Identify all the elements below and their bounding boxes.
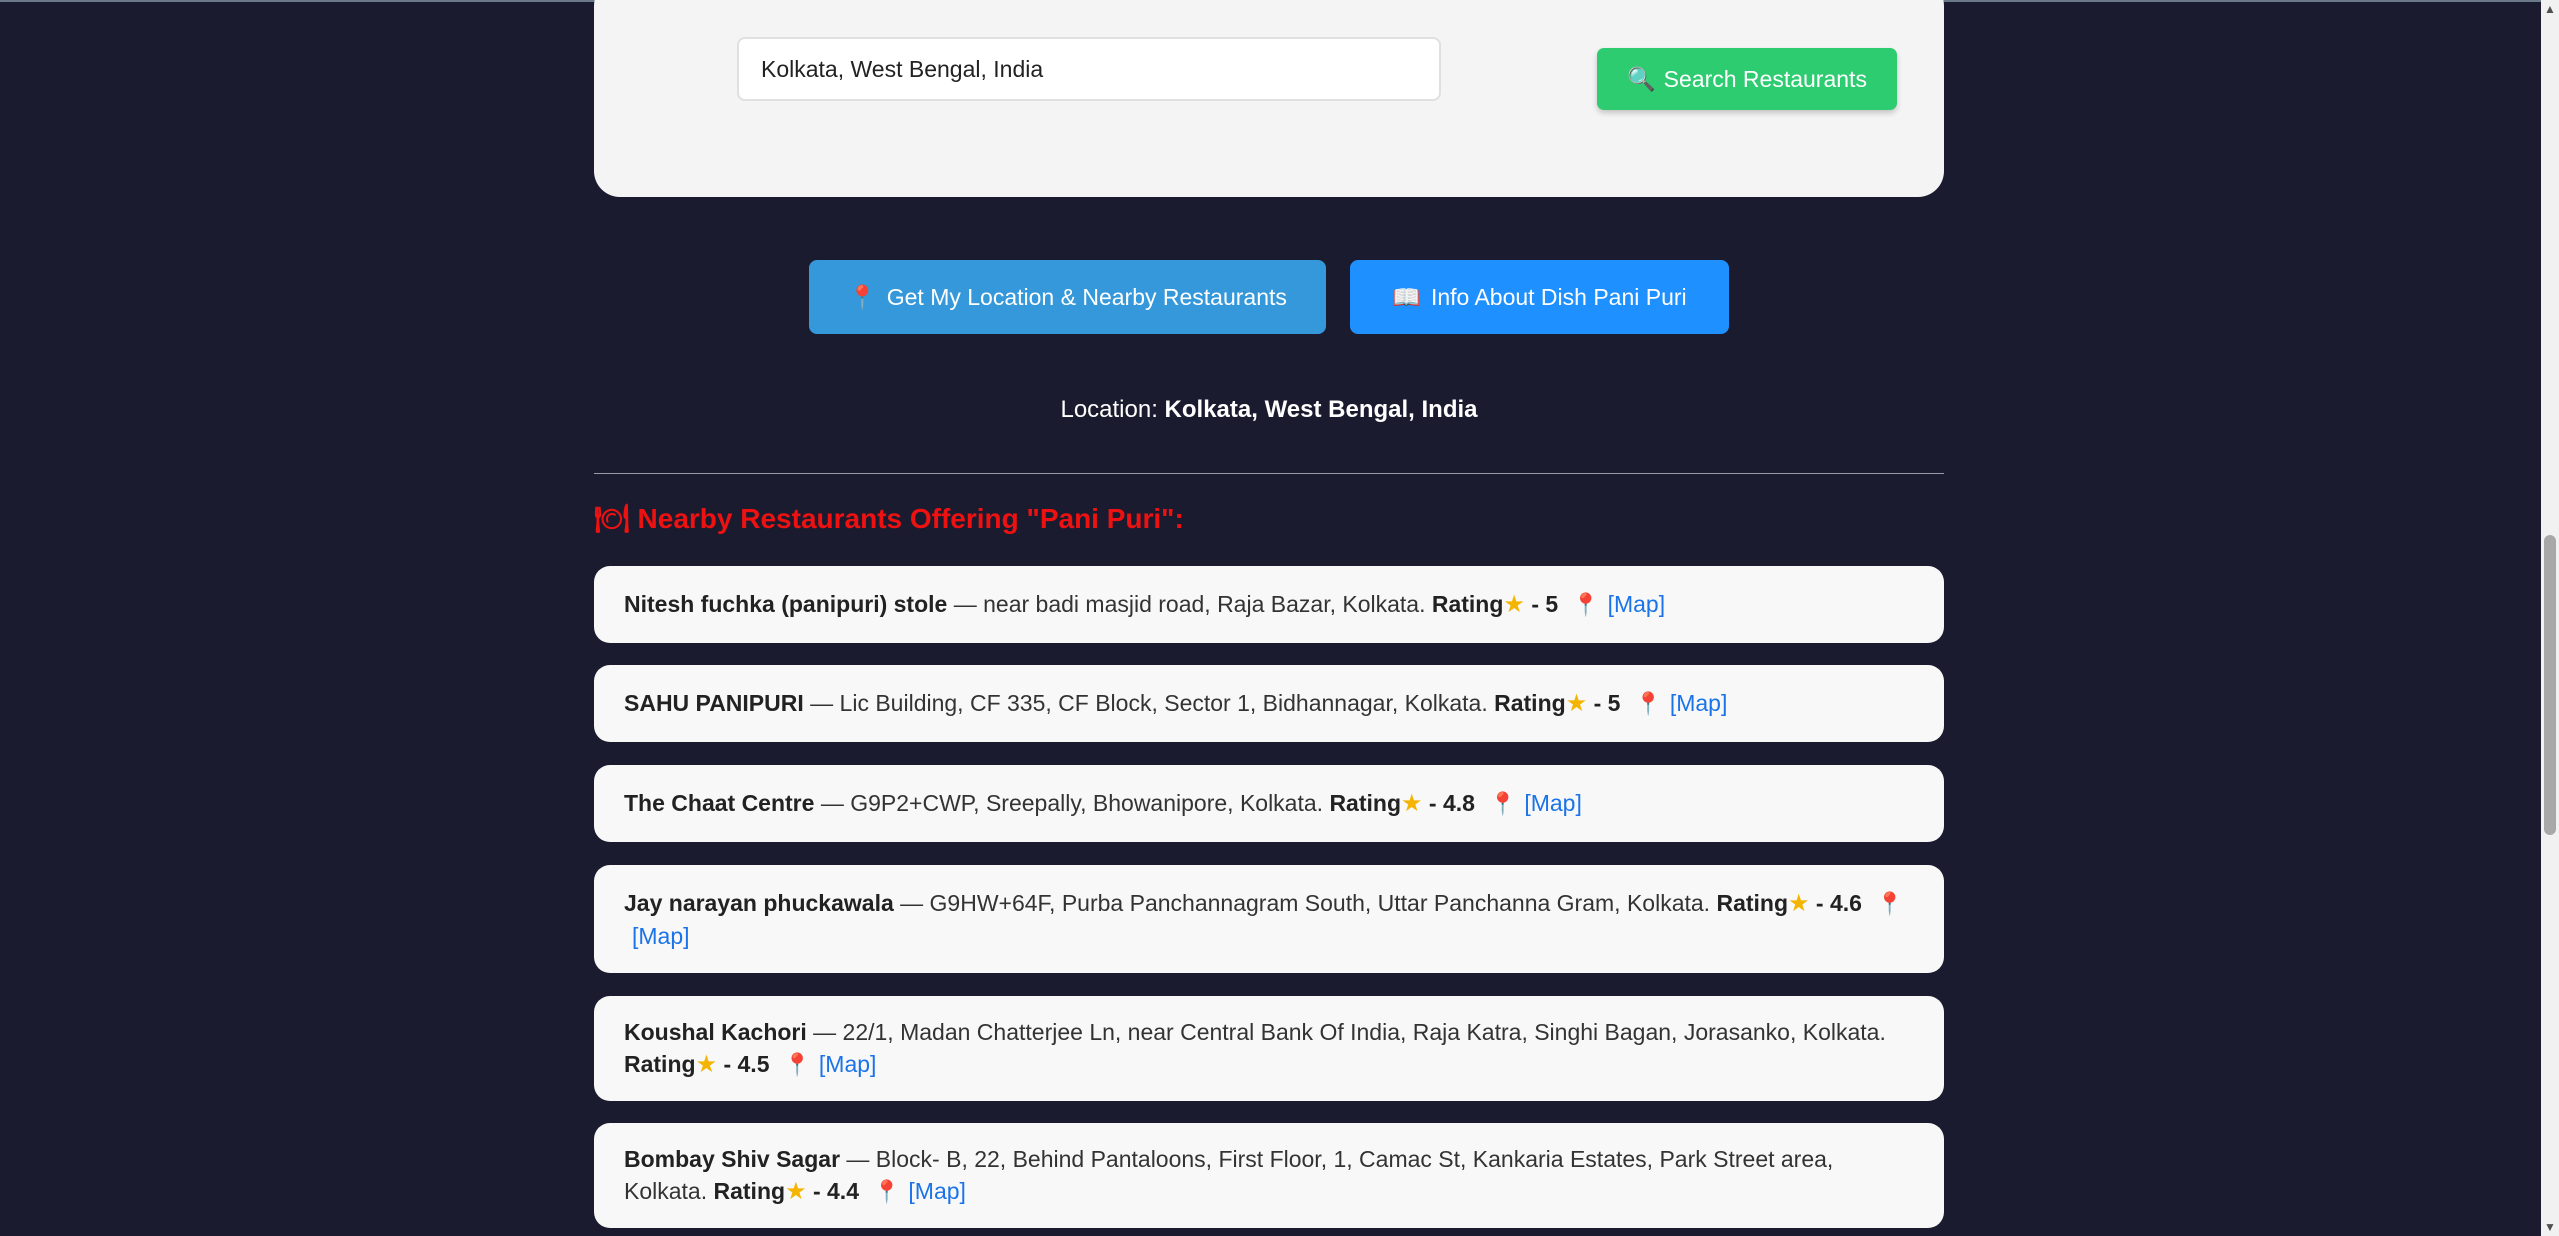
restaurant-card: Nitesh fuchka (panipuri) stole — near ba… [594, 566, 1944, 643]
restaurant-address: — G9P2+CWP, Sreepally, Bhowanipore, Kolk… [814, 790, 1330, 816]
star-icon: ★ [785, 1178, 807, 1205]
rating-label: Rating [1329, 790, 1401, 816]
restaurant-card: Bombay Shiv Sagar — Block- B, 22, Behind… [594, 1123, 1944, 1228]
restaurants-heading: 🍽 Nearby Restaurants Offering "Pani Puri… [594, 502, 1184, 535]
restaurant-text: Jay narayan phuckawala — G9HW+64F, Purba… [624, 887, 1914, 952]
map-link[interactable]: [Map] [1670, 690, 1728, 716]
current-location: Location: Kolkata, West Bengal, India [594, 396, 1944, 424]
restaurant-card: Koushal Kachori — 22/1, Madan Chatterjee… [594, 996, 1944, 1101]
pin-icon: 📍 [848, 283, 877, 310]
search-restaurants-button[interactable]: 🔍 Search Restaurants [1597, 48, 1897, 110]
restaurant-address: — Lic Building, CF 335, CF Block, Sector… [803, 690, 1495, 716]
restaurant-address: — G9HW+64F, Purba Panchannagram South, U… [893, 889, 1717, 916]
dish-info-button[interactable]: 📖 Info About Dish Pani Puri [1350, 260, 1729, 334]
restaurant-name: Koushal Kachori [624, 1019, 807, 1045]
map-link[interactable]: [Map] [1608, 591, 1666, 617]
rating-label: Rating [1431, 591, 1504, 617]
rating-value: - 4.4 [806, 1178, 859, 1204]
rating-value: - 5 [1587, 690, 1621, 716]
restaurant-text: Koushal Kachori — 22/1, Madan Chatterjee… [624, 1016, 1914, 1081]
rating-value: - 5 [1524, 591, 1559, 617]
restaurant-name: Jay narayan phuckawala [624, 889, 894, 916]
location-search-input[interactable] [737, 37, 1441, 101]
location-value: Kolkata, West Bengal, India [1164, 396, 1478, 423]
search-icon: 🔍 [1627, 65, 1656, 92]
rating-value: - 4.5 [717, 1051, 770, 1077]
get-location-button[interactable]: 📍 Get My Location & Nearby Restaurants [809, 260, 1326, 334]
scroll-down-arrow-icon[interactable]: ▼ [2541, 1218, 2559, 1236]
star-icon: ★ [1565, 690, 1588, 717]
divider [594, 473, 1944, 474]
search-card: 🔍 Search Restaurants [594, 0, 1944, 197]
map-link[interactable]: [Map] [819, 1051, 877, 1077]
scrollbar-thumb[interactable] [2544, 535, 2556, 835]
restaurant-text: Nitesh fuchka (panipuri) stole — near ba… [624, 588, 1914, 621]
map-link[interactable]: [Map] [1524, 790, 1582, 816]
restaurant-address: — 22/1, Madan Chatterjee Ln, near Centra… [806, 1019, 1886, 1045]
map-pin-icon: 📍 [1875, 890, 1904, 916]
restaurant-text: The Chaat Centre — G9P2+CWP, Sreepally, … [624, 787, 1914, 820]
restaurant-name: SAHU PANIPURI [624, 690, 804, 716]
map-pin-icon: 📍 [1572, 592, 1600, 617]
page: 🔍 Search Restaurants 📍 Get My Location &… [0, 0, 2559, 1236]
rating-label: Rating [624, 1051, 696, 1077]
location-prefix: Location: [1060, 396, 1158, 423]
search-button-label: Search Restaurants [1663, 65, 1867, 92]
restaurant-card: The Chaat Centre — G9P2+CWP, Sreepally, … [594, 765, 1944, 842]
rating-value: - 4.6 [1809, 889, 1862, 916]
vertical-scrollbar[interactable]: ▲ ▼ [2541, 0, 2559, 1236]
rating-value: - 4.8 [1422, 790, 1475, 816]
star-icon: ★ [695, 1051, 718, 1078]
restaurant-card: SAHU PANIPURI — Lic Building, CF 335, CF… [594, 665, 1944, 742]
rating-label: Rating [1716, 889, 1789, 916]
rating-label: Rating [1494, 690, 1566, 716]
restaurant-name: The Chaat Centre [624, 790, 815, 816]
get-location-label: Get My Location & Nearby Restaurants [886, 283, 1287, 310]
map-pin-icon: 📍 [873, 1179, 901, 1204]
map-pin-icon: 📍 [1488, 791, 1517, 816]
plate-icon: 🍽 [594, 503, 630, 534]
restaurant-address: — near badi masjid road, Raja Bazar, Kol… [947, 591, 1432, 617]
map-pin-icon: 📍 [783, 1052, 811, 1077]
rating-label: Rating [713, 1178, 786, 1204]
restaurant-text: SAHU PANIPURI — Lic Building, CF 335, CF… [624, 687, 1914, 720]
dish-info-label: Info About Dish Pani Puri [1430, 283, 1687, 310]
restaurant-card: Jay narayan phuckawala — G9HW+64F, Purba… [594, 865, 1944, 973]
restaurant-text: Bombay Shiv Sagar — Block- B, 22, Behind… [624, 1143, 1914, 1208]
restaurant-name: Nitesh fuchka (panipuri) stole [624, 591, 948, 617]
map-pin-icon: 📍 [1634, 691, 1662, 716]
book-icon: 📖 [1392, 283, 1421, 310]
restaurants-heading-text: Nearby Restaurants Offering "Pani Puri": [637, 502, 1184, 534]
restaurant-name: Bombay Shiv Sagar [624, 1146, 841, 1172]
star-icon: ★ [1401, 790, 1423, 817]
scroll-up-arrow-icon[interactable]: ▲ [2541, 0, 2559, 18]
map-link[interactable]: [Map] [632, 923, 690, 949]
star-icon: ★ [1503, 591, 1525, 618]
star-icon: ★ [1788, 889, 1810, 917]
map-link[interactable]: [Map] [908, 1178, 966, 1204]
